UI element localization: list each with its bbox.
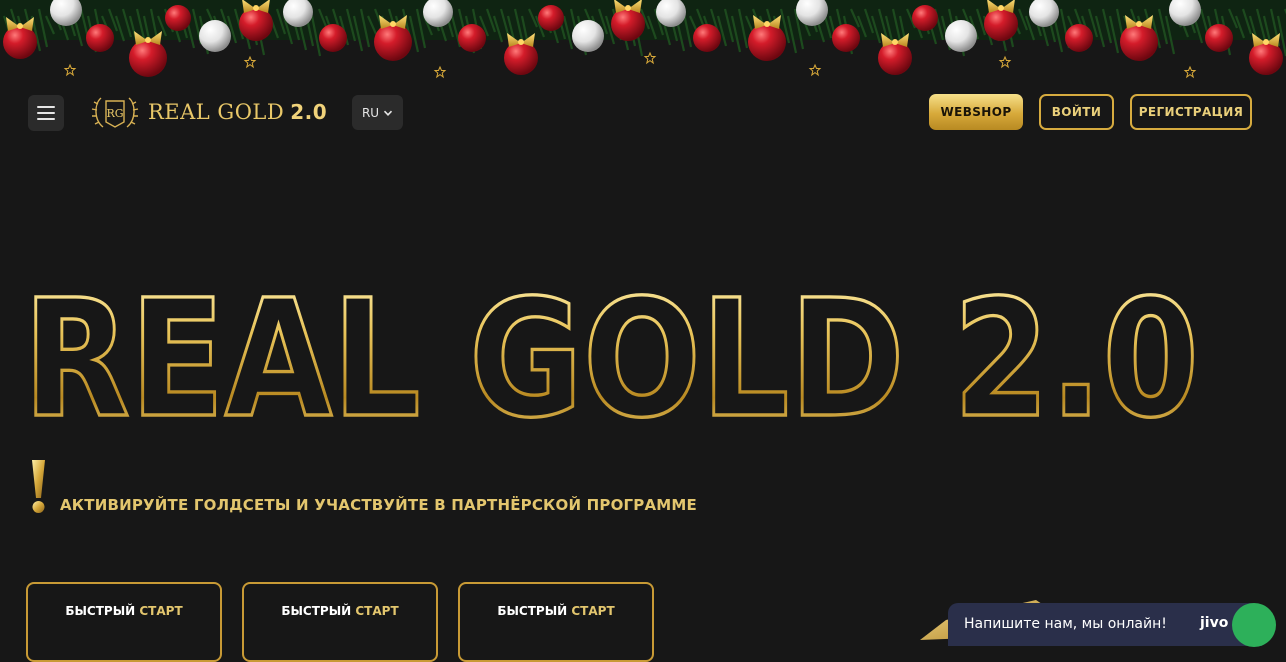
register-button[interactable]: РЕГИСТРАЦИЯ — [1130, 94, 1252, 130]
logo-version: 2.0 — [290, 100, 328, 124]
card-title: БЫСТРЫЙ СТАРТ — [28, 604, 220, 618]
quick-start-card[interactable]: БЫСТРЫЙ СТАРТ — [26, 582, 222, 662]
hero-title-svg: REAL GOLD 2.0 — [21, 264, 1200, 455]
webshop-button[interactable]: WEBSHOP — [929, 94, 1023, 130]
quick-start-card[interactable]: БЫСТРЫЙ СТАРТ — [242, 582, 438, 662]
hero-title-text: REAL GOLD 2.0 — [23, 284, 1199, 429]
site-logo[interactable]: RG REAL GOLD 2.0 — [86, 92, 327, 132]
chat-message: Напишите нам, мы онлайн! — [964, 616, 1167, 632]
logo-text: REAL GOLD 2.0 — [148, 100, 327, 124]
card-title-word1: БЫСТРЫЙ — [497, 604, 568, 618]
logo-laurel-emblem-icon: RG — [91, 97, 139, 128]
hero-title: REAL GOLD 2.0 — [0, 264, 1286, 455]
login-button[interactable]: ВОЙТИ — [1039, 94, 1114, 130]
chat-online-badge — [1232, 603, 1276, 647]
card-title-word2: СТАРТ — [355, 604, 399, 618]
exclamation-icon — [32, 460, 45, 513]
card-title: БЫСТРЫЙ СТАРТ — [244, 604, 436, 618]
site-header: RG REAL GOLD 2.0 RU WEBSHOP ВОЙТИ РЕГИСТР… — [0, 92, 1286, 132]
menu-line — [37, 106, 55, 108]
menu-line — [37, 118, 55, 120]
card-title-word2: СТАРТ — [139, 604, 183, 618]
language-selector[interactable]: RU — [352, 95, 403, 130]
menu-line — [37, 112, 55, 114]
chat-widget[interactable]: Напишите нам, мы онлайн! jivo — [948, 603, 1276, 647]
tagline-text: АКТИВИРУЙТЕ ГОЛДСЕТЫ И УЧАСТВУЙТЕ В ПАРТ… — [60, 496, 697, 514]
card-title-word2: СТАРТ — [571, 604, 615, 618]
chevron-down-icon — [383, 110, 393, 116]
garland-decoration — [0, 0, 1286, 79]
chat-brand-logo: jivo — [1200, 615, 1229, 631]
card-title-word1: БЫСТРЫЙ — [65, 604, 136, 618]
quick-start-card[interactable]: БЫСТРЫЙ СТАРТ — [458, 582, 654, 662]
hero-tagline: АКТИВИРУЙТЕ ГОЛДСЕТЫ И УЧАСТВУЙТЕ В ПАРТ… — [26, 456, 697, 516]
logo-monogram: RG — [106, 107, 123, 120]
logo-name: REAL GOLD — [148, 100, 285, 124]
hamburger-menu-icon[interactable] — [28, 95, 64, 131]
language-current: RU — [361, 105, 380, 120]
card-title-word1: БЫСТРЫЙ — [281, 604, 352, 618]
card-title: БЫСТРЫЙ СТАРТ — [460, 604, 652, 618]
christmas-garland — [0, 0, 1286, 92]
